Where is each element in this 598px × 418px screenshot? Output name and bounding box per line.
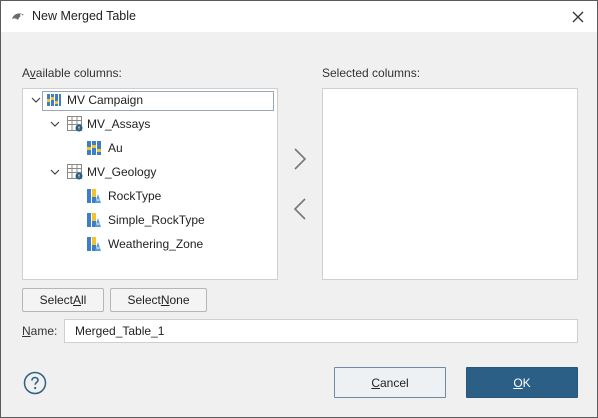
selected-columns-list[interactable] [322,88,578,280]
title-bar: New Merged Table [1,1,597,32]
tree-node-label: Simple_RockType [108,213,205,227]
chevron-down-icon[interactable] [49,118,61,130]
tree-node-label: MV Campaign [67,93,144,107]
tree-node-mv-campaign[interactable]: MV Campaign [25,90,275,110]
new-merged-table-dialog: New Merged Table Available columns: Sele… [0,0,598,418]
tree-node-au[interactable]: Au [25,138,275,158]
remove-column-button[interactable] [289,195,311,223]
selected-columns-label: Selected columns: [322,66,421,80]
select-none-button[interactable]: Select None [110,288,207,312]
close-icon [572,11,584,23]
category-column-icon [87,213,101,227]
tree-node-simple-rocktype[interactable]: Simple_RockType [25,210,275,230]
campaign-icon [47,94,61,106]
cancel-button[interactable]: Cancel [334,367,446,398]
tree-node-label: Weathering_Zone [108,237,204,251]
name-label: Name: [22,324,58,338]
chevron-right-icon [294,148,307,170]
window-title: New Merged Table [32,9,136,23]
tree-node-label: MV_Geology [87,165,157,179]
help-icon [23,371,47,395]
tree-node-rocktype[interactable]: RockType [25,186,275,206]
tree-node-label: MV_Assays [87,117,151,131]
available-columns-label: Available columns: [22,66,122,80]
table-icon [67,164,83,180]
tree-node-label: RockType [108,189,162,203]
ok-button[interactable]: OK [466,367,578,398]
close-button[interactable] [567,6,589,28]
tree-node-weathering-zone[interactable]: Weathering_Zone [25,234,275,254]
select-all-button[interactable]: Select All [22,288,104,312]
name-input[interactable]: Merged_Table_1 [64,319,578,343]
numeric-column-icon [87,141,101,155]
add-column-button[interactable] [289,145,311,173]
chevron-down-icon[interactable] [49,166,61,178]
chevron-down-icon[interactable] [30,94,42,106]
leapfrog-app-icon [10,9,26,25]
tree-node-mv-geology[interactable]: MV_Geology [25,162,275,182]
tree-node-mv-assays[interactable]: MV_Assays [25,114,275,134]
chevron-left-icon [293,198,306,220]
category-column-icon [87,189,101,203]
table-icon [67,116,83,132]
tree-node-label: Au [108,141,123,155]
category-column-icon [87,237,101,251]
help-button[interactable] [23,371,47,395]
